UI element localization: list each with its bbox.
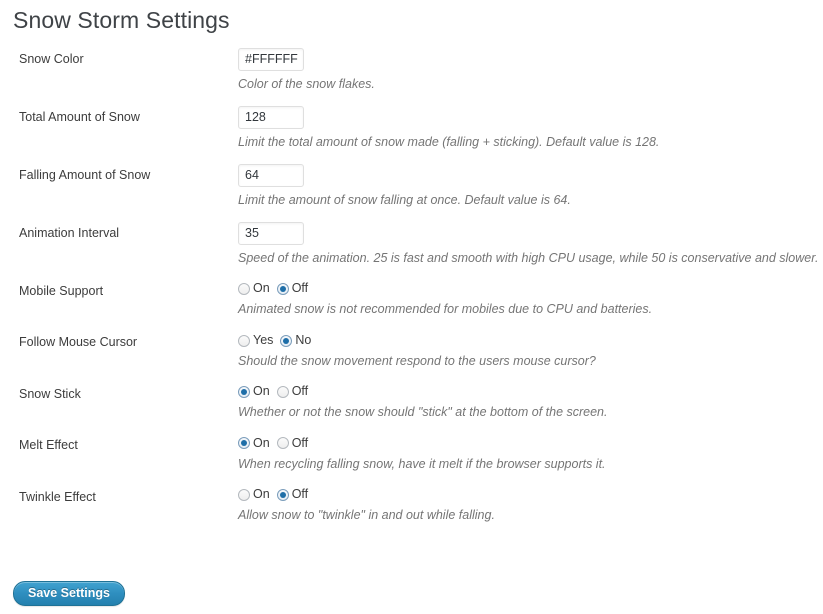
radio-twinkle-effect-off[interactable]: Off	[276, 486, 309, 502]
radio-option-label: No	[295, 332, 312, 347]
form-row-follow-mouse-cursor: Follow Mouse Cursor Yes No Should the snow …	[0, 328, 823, 379]
radio-snow-stick-off[interactable]: Off	[276, 384, 309, 399]
field-label-follow-mouse-cursor: Follow Mouse Cursor	[19, 335, 138, 350]
radio-button-icon[interactable]	[280, 334, 293, 347]
field-control-snow-color: Color of the snow flakes.	[238, 45, 823, 103]
radio-follow-mouse-cursor-yes[interactable]: Yes	[238, 333, 273, 348]
radio-button-icon[interactable]	[238, 437, 250, 450]
field-control-melt-effect: On Off When recycling falling snow, have i…	[238, 431, 823, 482]
field-label-mobile-support: Mobile Support	[19, 284, 104, 298]
field-description-falling-amount-of-snow: Limit the amount of snow falling at once…	[238, 193, 571, 207]
radio-option-label: Off	[291, 281, 309, 296]
field-description-total-amount-of-snow: Limit the total amount of snow made (fal…	[238, 135, 660, 149]
submit-area: Save Settings	[13, 581, 125, 606]
form-row-twinkle-effect: Twinkle Effect On Off Allow snow to "twinkl…	[0, 483, 823, 534]
form-row-falling-amount-of-snow: Falling Amount of Snow Limit the amount o…	[0, 161, 823, 219]
radio-button-icon[interactable]	[276, 283, 289, 296]
input-animation-interval[interactable]	[238, 222, 304, 245]
radio-mobile-support-on[interactable]: On	[238, 281, 270, 296]
page-title: Snow Storm Settings	[13, 7, 230, 33]
form-row-snow-color: Snow Color Color of the snow flakes.	[0, 45, 823, 103]
radio-group-snow-stick: On Off	[238, 383, 823, 399]
radio-option-label: On	[253, 435, 270, 450]
radio-twinkle-effect-on[interactable]: On	[238, 487, 270, 502]
radio-button-icon[interactable]	[238, 283, 250, 296]
form-row-animation-interval: Animation Interval Speed of the animation…	[0, 219, 823, 277]
form-row-total-amount-of-snow: Total Amount of Snow Limit the total amou…	[0, 103, 823, 161]
radio-button-icon[interactable]	[238, 385, 250, 398]
radio-button-icon[interactable]	[276, 385, 289, 398]
field-label-twinkle-effect: Twinkle Effect	[19, 489, 96, 504]
field-label-total-amount-of-snow: Total Amount of Snow	[19, 110, 140, 124]
settings-form: Snow Color Color of the snow flakes. Total…	[0, 45, 823, 534]
field-control-falling-amount-of-snow: Limit the amount of snow falling at once…	[238, 161, 823, 219]
field-control-mobile-support: On Off Animated snow is not recommended fo…	[238, 277, 823, 328]
radio-option-label: Off	[291, 435, 309, 450]
radio-option-label: Yes	[253, 332, 274, 347]
field-label-melt-effect: Melt Effect	[19, 438, 78, 453]
radio-button-icon[interactable]	[238, 488, 250, 501]
radio-button-icon[interactable]	[276, 488, 289, 501]
radio-button-icon[interactable]	[238, 334, 250, 347]
input-snow-color[interactable]	[238, 48, 304, 71]
field-control-twinkle-effect: On Off Allow snow to "twinkle" in and out …	[238, 483, 823, 534]
radio-option-label: On	[253, 281, 270, 296]
radio-group-mobile-support: On Off	[238, 280, 823, 296]
form-row-mobile-support: Mobile Support On Off Animated snow is not …	[0, 277, 823, 328]
radio-melt-effect-off[interactable]: Off	[276, 435, 309, 450]
settings-page: Snow Storm Settings Snow Color Color of t…	[0, 0, 823, 614]
field-control-follow-mouse-cursor: Yes No Should the snow movement respond to…	[238, 328, 823, 379]
input-falling-amount-of-snow[interactable]	[238, 164, 304, 187]
field-label-falling-amount-of-snow: Falling Amount of Snow	[19, 168, 151, 182]
form-row-snow-stick: Snow Stick On Off Whether or not the snow s…	[0, 380, 823, 431]
field-description-animation-interval: Speed of the animation. 25 is fast and s…	[238, 251, 819, 265]
radio-option-label: Off	[291, 384, 309, 399]
radio-option-label: On	[253, 384, 270, 399]
field-description-follow-mouse-cursor: Should the snow movement respond to the …	[238, 353, 596, 368]
radio-melt-effect-on[interactable]: On	[238, 435, 270, 450]
radio-option-label: Off	[291, 486, 309, 501]
field-description-snow-color: Color of the snow flakes.	[238, 77, 375, 91]
radio-group-melt-effect: On Off	[238, 434, 823, 450]
field-control-snow-stick: On Off Whether or not the snow should "sti…	[238, 380, 823, 431]
radio-button-icon[interactable]	[276, 437, 289, 450]
field-description-melt-effect: When recycling falling snow, have it mel…	[238, 456, 606, 471]
radio-follow-mouse-cursor-no[interactable]: No	[280, 333, 311, 348]
radio-option-label: On	[253, 486, 270, 501]
radio-snow-stick-on[interactable]: On	[238, 384, 270, 399]
field-description-mobile-support: Animated snow is not recommended for mob…	[238, 302, 653, 317]
save-settings-button[interactable]: Save Settings	[13, 581, 125, 606]
field-control-total-amount-of-snow: Limit the total amount of snow made (fal…	[238, 103, 823, 161]
field-control-animation-interval: Speed of the animation. 25 is fast and s…	[238, 219, 823, 277]
form-row-melt-effect: Melt Effect On Off When recycling falling s…	[0, 431, 823, 482]
radio-group-follow-mouse-cursor: Yes No	[238, 331, 823, 347]
field-label-snow-stick: Snow Stick	[19, 386, 81, 401]
field-label-animation-interval: Animation Interval	[19, 226, 120, 240]
field-label-snow-color: Snow Color	[19, 52, 84, 66]
input-total-amount-of-snow[interactable]	[238, 106, 304, 129]
radio-mobile-support-off[interactable]: Off	[276, 281, 309, 296]
field-description-snow-stick: Whether or not the snow should "stick" a…	[238, 405, 608, 420]
field-description-twinkle-effect: Allow snow to "twinkle" in and out while…	[238, 507, 495, 522]
radio-group-twinkle-effect: On Off	[238, 486, 823, 502]
